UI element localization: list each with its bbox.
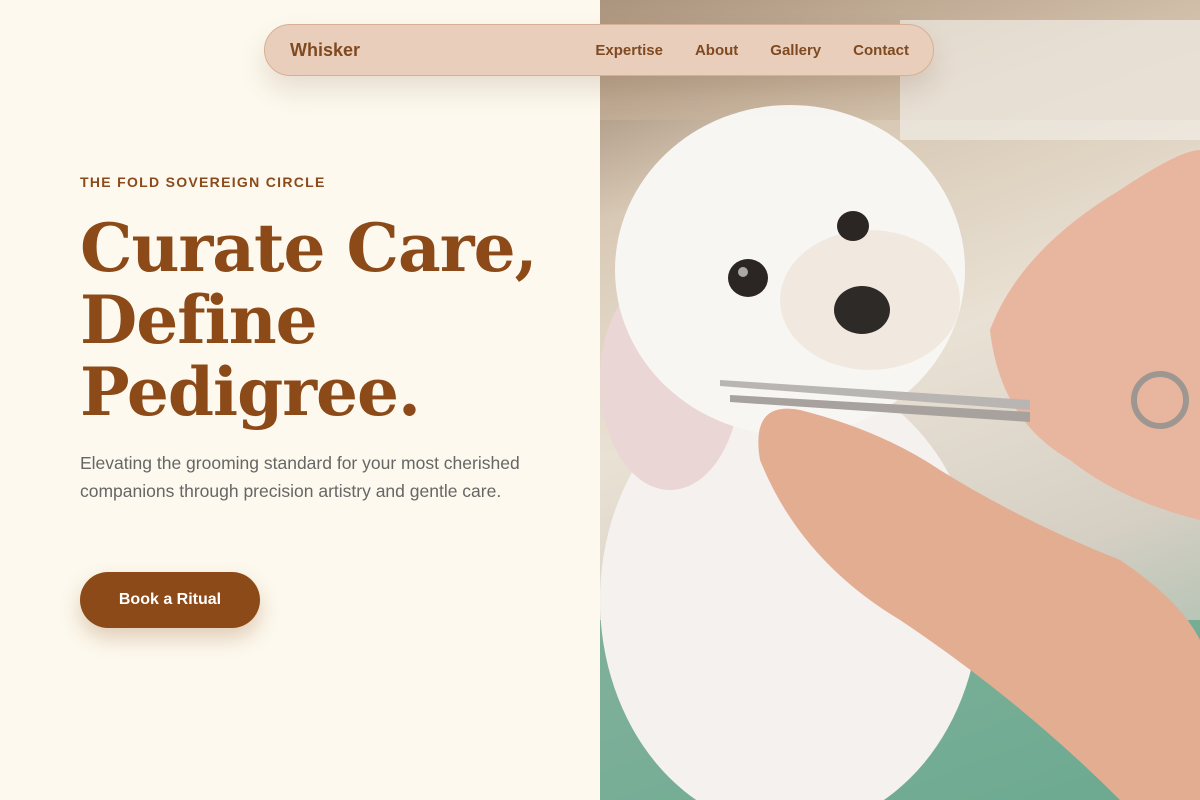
- top-navigation-bar: Whisker Expertise About Gallery Contact: [264, 24, 934, 76]
- hero-subtext: Elevating the grooming standard for your…: [80, 453, 520, 501]
- headline-line-3: Pedigree.: [80, 353, 421, 431]
- brand-logo-link[interactable]: Whisker: [290, 40, 360, 61]
- nav-link-contact[interactable]: Contact: [853, 42, 909, 59]
- headline-line-1: Curate Care,: [80, 209, 538, 287]
- nav-link-about[interactable]: About: [695, 42, 738, 59]
- nav-links: Expertise About Gallery Contact: [595, 42, 909, 59]
- hero-image-dog-grooming: [600, 0, 1200, 800]
- hero-eyebrow: THE FOLD SOVEREIGN CIRCLE: [80, 174, 326, 190]
- headline-line-2: Define: [80, 281, 318, 359]
- hero-headline: Curate Care, Define Pedigree.: [80, 212, 580, 428]
- dog-grooming-illustration: [600, 0, 1200, 800]
- nav-link-gallery[interactable]: Gallery: [770, 42, 821, 59]
- book-a-ritual-button[interactable]: Book a Ritual: [80, 572, 260, 628]
- nav-link-expertise[interactable]: Expertise: [595, 42, 663, 59]
